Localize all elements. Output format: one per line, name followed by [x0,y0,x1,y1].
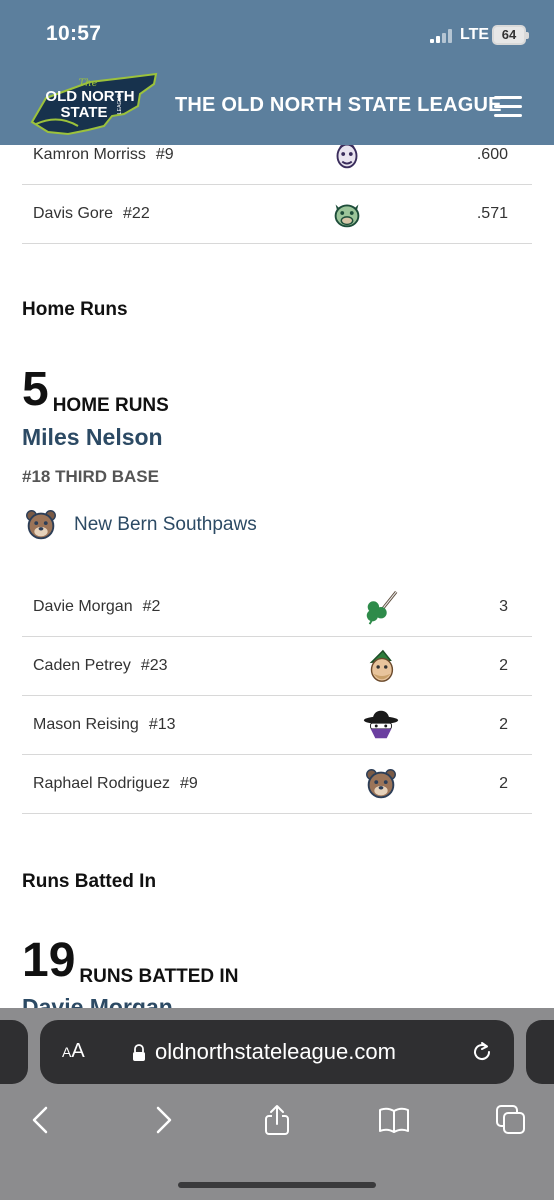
site-title[interactable]: THE OLD NORTH STATE LEAGUE [175,94,502,117]
player-number: #23 [140,657,168,674]
stat-value: .571 [476,205,508,222]
logo-text-league: LEAGUE [117,93,123,114]
bear-icon [366,769,396,799]
player-name[interactable]: Mason Reising #13 [33,716,176,734]
table-row[interactable]: Raphael Rodriguez #9 2 [22,755,532,814]
table-row[interactable]: Davie Morgan #2 3 [22,578,532,637]
stat-value: 2 [499,775,508,792]
previous-tab-edge[interactable] [0,1020,28,1084]
table-row[interactable]: Davis Gore #22 .571 [22,185,532,244]
green-mascot-icon [334,204,360,228]
section-title-home-runs: Home Runs [22,299,128,320]
network-type: LTE [460,26,490,43]
player-number: #2 [142,598,161,615]
bookmarks-icon[interactable] [378,1104,410,1136]
back-icon[interactable] [26,1104,58,1136]
logo-text-state: STATE [61,104,108,121]
site-header: 10:57 LTE 64 The OLD NORTH STATE LEAGUE … [0,0,554,145]
section-title-rbi: Runs Batted In [22,871,157,892]
signal-icon [430,29,456,43]
player-number: #13 [148,716,176,733]
stat-value: .600 [476,146,508,163]
status-bar: 10:57 LTE 64 [0,0,554,60]
table-row[interactable]: Mason Reising #13 2 [22,696,532,755]
player-name[interactable]: Davie Morgan #2 [33,598,160,616]
menu-icon[interactable] [494,96,522,118]
status-time: 10:57 [46,22,102,45]
player-name[interactable]: Caden Petrey #23 [33,657,168,675]
leader-position: #18 THIRD BASE [22,467,159,486]
league-logo[interactable]: The OLD NORTH STATE LEAGUE [28,70,160,140]
player-name[interactable]: Davis Gore #22 [33,205,150,223]
leprechaun-icon [369,649,394,682]
leader-stat-label: RUNS BATTED IN [79,966,239,987]
player-name[interactable]: Raphael Rodriguez #9 [33,775,198,793]
team-name: New Bern Southpaws [74,514,257,535]
reload-icon[interactable] [470,1040,494,1064]
rbi-leader-stat: 19 RUNS BATTED IN [22,933,238,988]
leader-stat-value: 5 [22,363,49,416]
lock-icon [133,1044,145,1061]
text-size-button[interactable]: AA [62,1040,85,1063]
player-number: #9 [155,146,174,163]
leader-team-link[interactable]: New Bern Southpaws [22,506,282,544]
home-indicator [178,1182,376,1188]
player-number: #9 [179,775,198,792]
url-text[interactable]: oldnorthstateleague.com [155,1039,396,1065]
forward-icon[interactable] [146,1104,178,1136]
stat-value: 2 [499,716,508,733]
leader-stat-value: 19 [22,934,76,987]
leader-stat-label: HOME RUNS [52,395,169,416]
table-row[interactable]: Caden Petrey #23 2 [22,637,532,696]
next-tab-edge[interactable] [526,1020,554,1084]
battery-icon: 64 [492,25,529,45]
address-bar[interactable]: AA oldnorthstateleague.com [40,1020,514,1084]
bandit-hat-icon [363,710,399,739]
stat-value: 3 [499,598,508,615]
player-name[interactable]: Kamron Morriss #9 [33,146,174,164]
leader-player-link[interactable]: Miles Nelson [22,424,163,451]
shamrock-bat-icon [366,590,398,625]
stat-value: 2 [499,657,508,674]
bear-icon [26,510,56,540]
share-icon[interactable] [261,1104,293,1136]
player-number: #22 [123,205,150,222]
browser-bottom-bar: AA oldnorthstateleague.com [0,1008,554,1200]
tabs-icon[interactable] [495,1104,527,1136]
home-runs-leader-stat: 5 HOME RUNS [22,362,169,417]
